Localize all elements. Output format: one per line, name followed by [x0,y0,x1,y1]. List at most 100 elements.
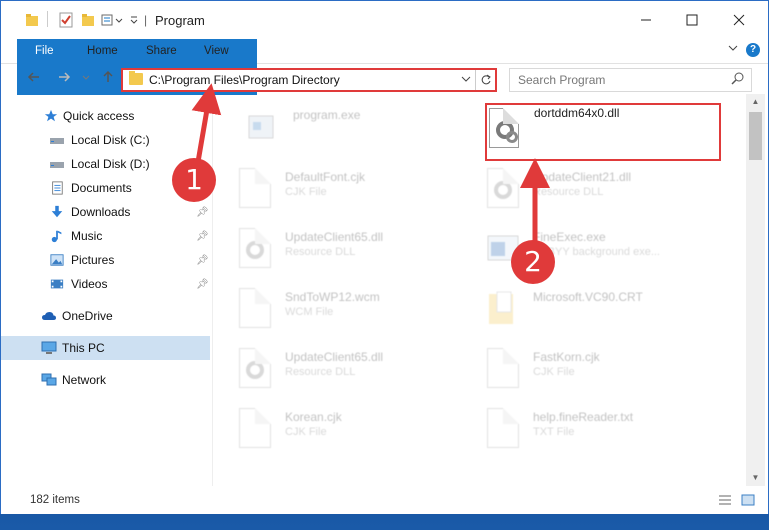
monitor-icon [41,341,57,354]
file-item[interactable]: UpdateClient65.dll Resource DLL [239,344,479,400]
status-bar: 182 items [1,486,768,514]
file-item[interactable]: Microsoft.VC90.CRT [487,284,727,340]
sidebar-item-pictures[interactable]: Pictures 📌︎ [1,248,210,272]
address-path[interactable]: C:\Program Files\Program Directory [149,73,340,87]
cloud-icon [42,312,56,320]
properties-checkmark-icon[interactable] [59,11,73,29]
tab-home[interactable]: Home [73,39,132,63]
file-type: TXT File [533,426,575,438]
file-item[interactable]: UpdateClient65.dll Resource DLL [239,224,479,280]
search-input[interactable]: Search Program [518,73,605,87]
file-item[interactable]: help.fineReader.txt TXT File [487,404,727,460]
sidebar-item-videos[interactable]: Videos 📌︎ [1,272,210,296]
large-icons-view-icon[interactable] [741,494,755,506]
documents-icon [52,181,63,195]
pin-icon[interactable]: 📌︎ [196,231,209,242]
pin-icon[interactable]: 📌︎ [196,255,209,266]
scroll-down-icon[interactable]: ▼ [746,470,765,486]
file-explorer-window: | Program File Home Share View ? C:\Prog… [0,0,769,514]
file-item[interactable]: UpdateClient21.dll Resource DLL [487,164,727,220]
dll-gear-icon [239,348,271,388]
pin-icon[interactable]: 📌︎ [196,279,209,290]
navigation-pane: Quick access Local Disk (C:) Local Disk … [1,94,213,486]
customize-toolbar-icon[interactable] [101,11,125,29]
maximize-button[interactable] [669,1,715,39]
search-icon[interactable] [731,71,745,88]
title-separator: | [144,13,148,27]
sidebar-item-onedrive[interactable]: OneDrive [1,304,210,328]
close-button[interactable] [716,1,762,39]
window-title: Program [155,13,205,28]
file-item[interactable]: SndToWP12.wcm WCM File [239,284,479,340]
file-type: Resource DLL [285,246,356,258]
pin-icon[interactable]: 📌︎ [196,207,209,218]
file-name: Microsoft.VC90.CRT [533,290,643,304]
file-icon [239,168,271,208]
file-icon [239,288,271,328]
item-count: 182 items [30,494,80,506]
sidebar-item-music[interactable]: Music 📌︎ [1,224,210,248]
file-type: CJK File [285,426,327,438]
file-type: Resource DLL [533,186,604,198]
file-list: program.exe dortddm64x0.dll DefaultFont.… [214,94,746,486]
file-name: SndToWP12.wcm [285,290,380,304]
file-item[interactable]: program.exe [247,102,487,158]
sidebar-item-label: Network [62,373,107,387]
help-icon[interactable]: ? [746,43,760,57]
file-name: program.exe [293,108,361,122]
new-folder-icon[interactable] [81,11,95,29]
sidebar-item-local-disk-c[interactable]: Local Disk (C:) [1,128,210,152]
file-item[interactable]: Korean.cjk CJK File [239,404,479,460]
ribbon: File Home Share View ? [1,39,768,95]
file-icon [487,408,519,448]
file-name: FastKorn.cjk [533,350,600,364]
file-name: UpdateClient65.dll [285,350,384,364]
file-name: help.fineReader.txt [533,410,634,424]
refresh-icon[interactable] [475,70,495,90]
file-name: DefaultFont.cjk [285,170,366,184]
drive-icon [50,138,64,144]
minimize-button[interactable] [623,1,669,39]
tab-share[interactable]: Share [132,39,191,63]
scroll-up-icon[interactable]: ▲ [746,94,765,110]
dropdown-icon[interactable] [129,11,139,29]
file-item[interactable]: FastKorn.cjk CJK File [487,344,727,400]
tab-view[interactable]: View [190,39,243,63]
forward-arrow-icon[interactable] [57,70,71,87]
file-type: Resource DLL [285,366,356,378]
scroll-thumb[interactable] [749,112,762,160]
sidebar-item-label: Pictures [71,253,115,267]
navigation-bar: C:\Program Files\Program Directory Searc… [1,64,768,94]
sidebar-item-label: This PC [62,341,105,355]
details-view-icon[interactable] [718,494,732,506]
file-type: CJK File [285,186,327,198]
sidebar-item-label: Downloads [71,205,131,219]
dll-gear-icon [239,228,271,268]
file-name: Korean.cjk [285,410,342,424]
sidebar-item-quick-access[interactable]: Quick access [1,104,210,128]
folder-icon [489,291,513,324]
address-bar[interactable]: C:\Program Files\Program Directory [121,68,497,92]
pictures-icon [50,254,64,266]
recent-locations-icon[interactable] [81,70,91,87]
chevron-down-icon[interactable] [728,43,738,56]
sidebar-item-label: Local Disk (C:) [71,133,150,147]
sidebar-item-network[interactable]: Network [1,368,210,392]
dll-gear-icon [487,168,519,208]
up-arrow-icon[interactable] [101,70,115,87]
highlight-box [485,103,721,161]
sidebar-item-label: Music [71,229,103,243]
sidebar-item-this-pc[interactable]: This PC [1,336,210,360]
file-type: WCM File [285,306,334,318]
file-type: CJK File [533,366,575,378]
file-icon [487,348,519,388]
search-box[interactable]: Search Program [509,68,752,92]
chevron-down-icon[interactable] [461,72,471,89]
desktop-background [0,514,769,530]
sidebar-item-downloads[interactable]: Downloads 📌︎ [1,200,210,224]
vertical-scrollbar[interactable]: ▲ ▼ [746,94,765,486]
network-icon [41,373,57,386]
back-arrow-icon[interactable] [27,70,41,87]
folder-icon[interactable] [25,11,39,29]
file-item[interactable]: DefaultFont.cjk CJK File [239,164,479,220]
